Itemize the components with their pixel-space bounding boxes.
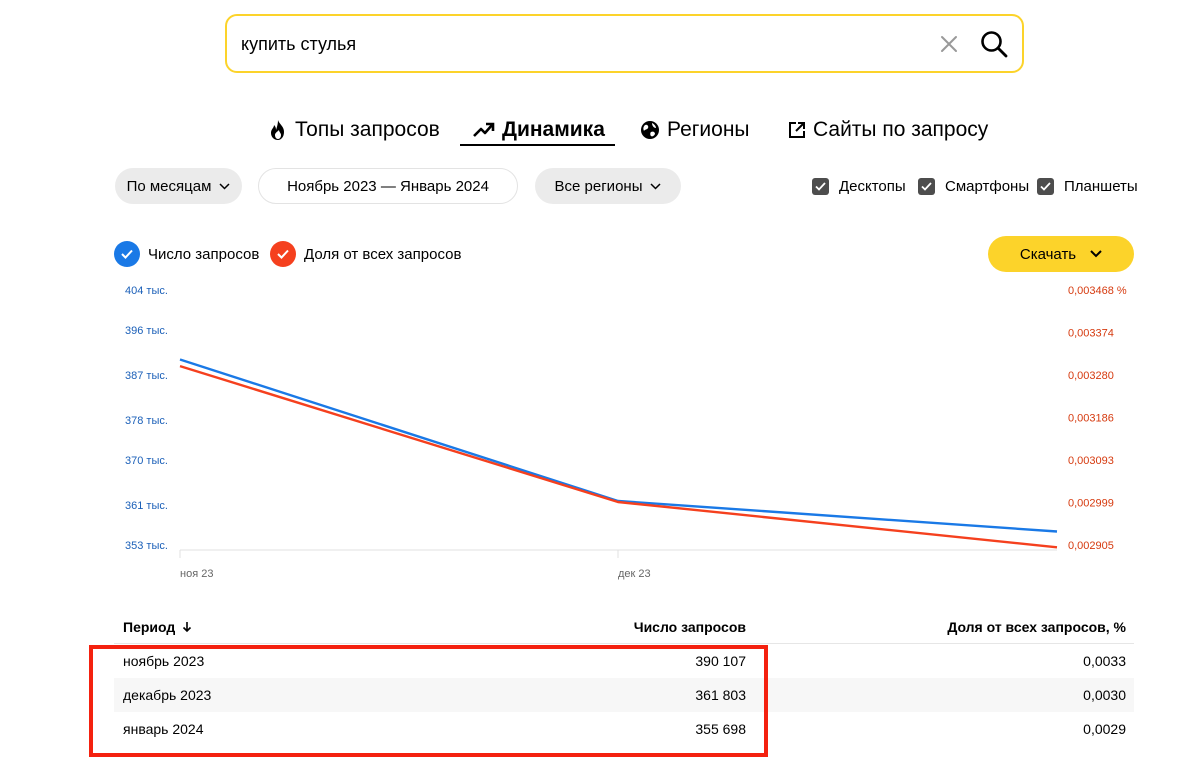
search-box[interactable] [225,14,1024,73]
tab-label: Регионы [667,118,750,141]
tab-regions[interactable]: Регионы [640,114,750,146]
series-line-share [179,364,1058,549]
period-label: По месяцам [126,177,212,195]
checkbox-tablets[interactable]: Планшеты [1037,176,1138,196]
header-period[interactable]: Период [123,619,192,635]
y-right-tick-label: 0,003186 [1068,413,1114,425]
arrow-down-icon [183,622,192,633]
y-right-tick-label: 0,003468 % [1068,285,1127,297]
tab-label: Динамика [502,118,605,141]
close-icon[interactable] [938,33,960,55]
tab-tops[interactable]: Топы запросов [268,114,440,146]
y-left-tick-label: 404 тыс. [125,285,168,297]
header-share[interactable]: Доля от всех запросов, % [947,619,1126,635]
globe-icon [641,121,659,139]
check-circle-icon [114,241,140,267]
checkbox-checked-icon [812,177,829,195]
region-select[interactable]: Все регионы [535,168,681,204]
y-left-tick-label: 353 тыс. [125,540,168,552]
checkbox-label: Десктопы [839,177,906,195]
checkbox-smartphones[interactable]: Смартфоны [918,176,1029,196]
y-right-tick-label: 0,003280 [1068,370,1114,382]
date-range-picker[interactable]: Ноябрь 2023 — Январь 2024 [258,168,518,204]
cell-share: 0,0033 [1083,653,1126,669]
external-link-icon [789,122,805,138]
legend-label: Доля от всех запросов [304,245,462,263]
y-right-tick-label: 0,002905 [1068,540,1114,552]
chevron-down-icon [1090,250,1102,258]
cell-share: 0,0030 [1083,687,1126,703]
legend-toggle-count[interactable]: Число запросов [114,240,259,268]
cell-share: 0,0029 [1083,721,1126,737]
y-left-tick-label: 378 тыс. [125,415,168,427]
legend-toggle-share[interactable]: Доля от всех запросов [270,240,461,268]
checkbox-label: Смартфоны [945,177,1030,195]
y-right-tick-label: 0,002999 [1068,497,1114,509]
check-circle-icon [270,241,296,267]
dynamics-chart: 353 тыс. 361 тыс. 370 тыс. 378 тыс. 387 тыс.… [125,285,1127,580]
checkbox-desktops[interactable]: Десктопы [812,176,906,196]
series-line-count [179,358,1058,533]
y-left-tick-label: 361 тыс. [125,500,168,512]
tab-label: Сайты по запросу [813,118,989,141]
flame-icon [271,120,284,140]
y-right-tick-label: 0,003093 [1068,455,1114,467]
active-tab-underline [460,144,615,146]
y-left-tick-label: 396 тыс. [125,325,168,337]
checkbox-checked-icon [1037,177,1054,195]
tab-bar: Топы запросов Динамика Регионы Сайты по … [0,114,1200,150]
x-tick-label: ноя 23 [180,568,213,580]
tab-dynamics[interactable]: Динамика [473,114,605,146]
download-button[interactable]: Скачать [988,236,1134,272]
search-icon[interactable] [979,29,1009,59]
legend-label: Число запросов [148,245,260,263]
header-period-label: Период [123,619,176,635]
chevron-down-icon [219,182,230,190]
download-label: Скачать [1019,245,1077,263]
header-count[interactable]: Число запросов [634,619,746,635]
tab-sites[interactable]: Сайты по запросу [788,114,988,146]
tab-label: Топы запросов [295,118,440,141]
table-header: Период Число запросов Доля от всех запро… [114,610,1134,644]
x-tick-label: дек 23 [618,568,651,580]
region-label: Все регионы [554,177,643,195]
search-input[interactable] [241,32,921,56]
checkbox-label: Планшеты [1064,177,1138,195]
checkbox-checked-icon [918,177,935,195]
y-right-tick-label: 0,003374 [1068,328,1114,340]
y-left-tick-label: 370 тыс. [125,455,168,467]
trend-up-icon [473,122,495,137]
period-select[interactable]: По месяцам [115,168,242,204]
chevron-down-icon [650,182,662,190]
date-range-label: Ноябрь 2023 — Январь 2024 [287,177,489,195]
y-left-tick-label: 387 тыс. [125,370,168,382]
highlight-box [89,645,768,757]
